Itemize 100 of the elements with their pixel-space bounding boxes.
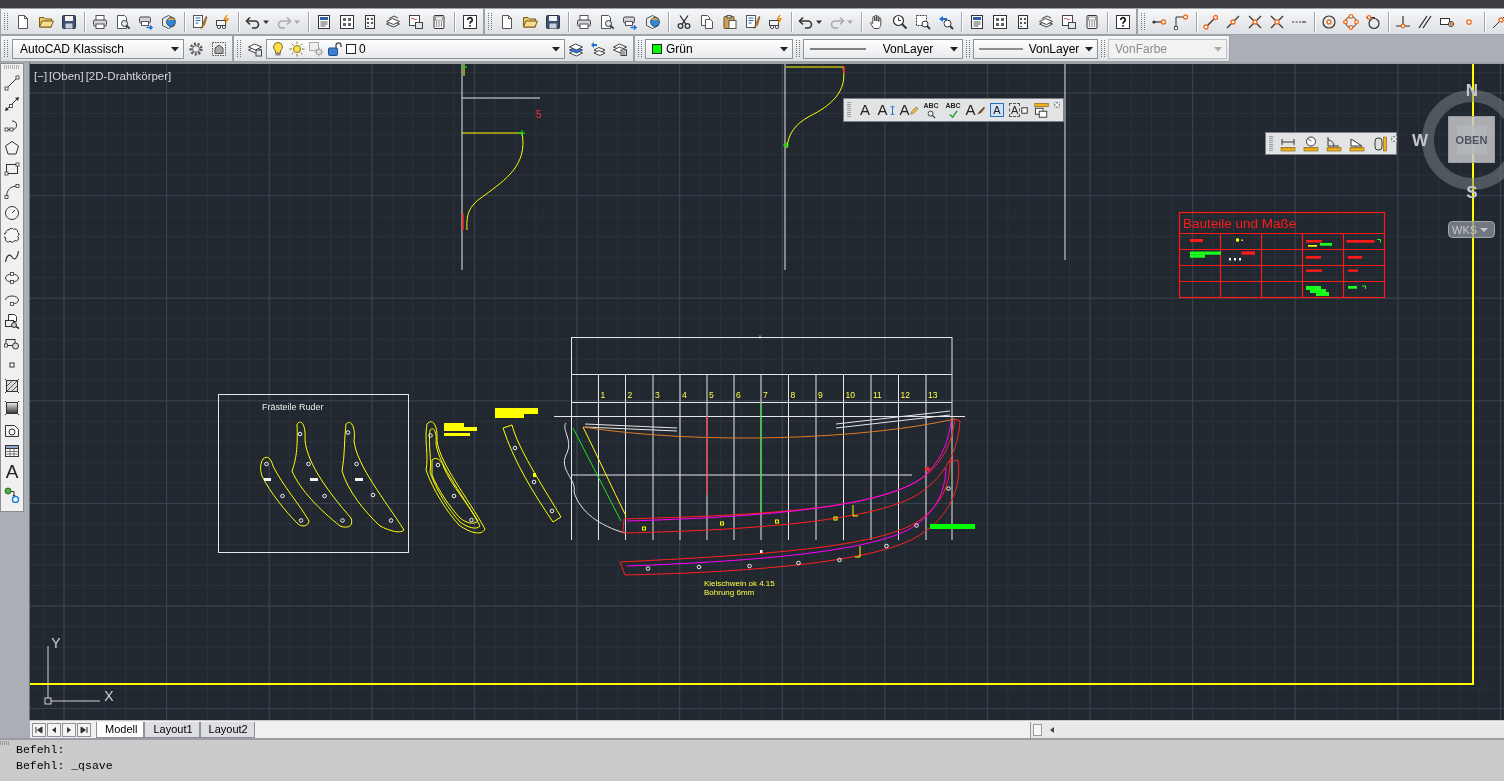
layer-list-icon[interactable]	[612, 40, 628, 57]
viewport-control[interactable]: [2D-Drahtkörper]	[85, 70, 172, 82]
quadrant-snap-icon[interactable]	[1343, 13, 1359, 30]
grip-handle-icon[interactable]	[1140, 11, 1146, 32]
zoom-window-icon[interactable]	[914, 13, 931, 30]
viewcube-face[interactable]: OBEN	[1448, 116, 1495, 163]
measure-radius-icon[interactable]	[1302, 135, 1319, 152]
printer-icon[interactable]	[575, 13, 592, 30]
sheet-stack-icon[interactable]	[384, 13, 401, 30]
grip-handle-icon[interactable]	[795, 38, 801, 59]
perpendicular-snap-icon[interactable]	[1395, 13, 1411, 30]
snap-from-icon[interactable]	[1173, 13, 1189, 30]
help-icon[interactable]	[461, 13, 478, 30]
grip-handle-icon[interactable]	[3, 38, 9, 59]
scale-text-button[interactable]: A	[986, 100, 1008, 120]
sun-icon[interactable]	[289, 40, 305, 57]
paintbrush-icon[interactable]	[191, 13, 208, 30]
pentagon-icon[interactable]	[4, 139, 20, 156]
globe-cube-icon[interactable]	[160, 13, 177, 30]
spline-icon[interactable]	[4, 248, 20, 265]
arc-icon[interactable]	[4, 183, 20, 200]
grip-handle-icon[interactable]	[1100, 38, 1106, 59]
hatch-icon[interactable]	[4, 378, 20, 395]
line-icon[interactable]	[4, 74, 20, 91]
text-style-button[interactable]: A	[964, 100, 986, 120]
polyline-icon[interactable]	[4, 118, 20, 135]
calculator-icon[interactable]	[430, 13, 447, 30]
color-dropdown[interactable]: Grün	[645, 38, 793, 59]
last-tab-icon[interactable]	[77, 722, 91, 737]
intersection-snap-icon[interactable]	[1247, 13, 1263, 30]
justify-text-button[interactable]: A	[1008, 100, 1031, 120]
markup-icon[interactable]	[407, 13, 424, 30]
multiline-text-button[interactable]: A	[854, 100, 876, 120]
printer-icon[interactable]	[91, 13, 108, 30]
clipboard-icon[interactable]	[721, 13, 738, 30]
center-snap-icon[interactable]	[1321, 13, 1337, 30]
measure-area-icon[interactable]	[1348, 135, 1365, 152]
calculator-icon[interactable]	[1083, 13, 1100, 30]
cloud-icon[interactable]	[4, 226, 20, 243]
tangent-snap-icon[interactable]	[1365, 13, 1381, 30]
grip-handle-icon[interactable]	[3, 65, 21, 69]
midpoint-snap-icon[interactable]	[1225, 13, 1241, 30]
next-tab-icon[interactable]	[62, 722, 76, 737]
first-tab-icon[interactable]	[32, 722, 46, 737]
grid-panel-icon[interactable]	[338, 13, 355, 30]
grip-handle-icon[interactable]	[637, 38, 643, 59]
layer-dropdown[interactable]: 0	[266, 38, 565, 59]
gradient-icon[interactable]	[4, 400, 20, 416]
circle-icon[interactable]	[4, 204, 20, 221]
construction-line-icon[interactable]	[4, 96, 20, 113]
insert-block-icon[interactable]	[4, 313, 20, 330]
layout-tab[interactable]: Modell	[96, 721, 145, 738]
properties-panel-icon[interactable]	[315, 13, 332, 30]
ellipse-icon[interactable]	[4, 269, 20, 286]
workspace-dropdown[interactable]: AutoCAD Klassisch	[12, 38, 184, 59]
scissors-icon[interactable]	[675, 13, 692, 30]
previous-tab-icon[interactable]	[47, 722, 61, 737]
gear-icon[interactable]	[187, 40, 204, 57]
markup-icon[interactable]	[1060, 13, 1077, 30]
zoom-clock-icon[interactable]	[891, 13, 908, 30]
zoom-previous-icon[interactable]	[937, 13, 954, 30]
lineweight-dropdown[interactable]: VonLayer	[973, 38, 1098, 59]
grip-handle-icon[interactable]	[0, 741, 10, 745]
viewport-control[interactable]: [Oben]	[49, 70, 84, 82]
globe-cube-icon[interactable]	[644, 13, 661, 30]
plotter-icon[interactable]	[137, 13, 154, 30]
parallel-snap-icon[interactable]	[1417, 13, 1433, 30]
measure-volume-icon[interactable]	[1371, 135, 1388, 152]
block-lightning-icon[interactable]	[767, 13, 784, 30]
grip-handle-icon[interactable]	[965, 38, 971, 59]
properties-panel-icon[interactable]	[968, 13, 985, 30]
grip-handle-icon[interactable]	[847, 102, 851, 118]
linetype-dropdown[interactable]: VonLayer	[803, 38, 963, 59]
scroll-left-arrow-icon[interactable]	[1048, 725, 1056, 734]
close-icon[interactable]	[1391, 136, 1397, 142]
layout-tab[interactable]: Layout2	[199, 721, 255, 738]
rectangle-icon[interactable]	[4, 161, 20, 178]
grip-handle-icon[interactable]	[487, 11, 493, 32]
horizontal-scrollbar[interactable]	[1030, 721, 1504, 738]
grid-panel-icon[interactable]	[991, 13, 1008, 30]
layer-previous-icon[interactable]	[590, 40, 606, 57]
grip-handle-icon[interactable]	[236, 38, 242, 59]
layout-tab[interactable]: Layout1	[144, 721, 200, 738]
layer-stack-icon[interactable]	[247, 40, 263, 57]
copy-icon[interactable]	[698, 13, 715, 30]
print-preview-icon[interactable]	[114, 13, 131, 30]
help-icon[interactable]	[1114, 13, 1131, 30]
add-selected-icon[interactable]	[4, 487, 20, 504]
block-lightning-icon[interactable]	[214, 13, 231, 30]
paintbrush-icon[interactable]	[744, 13, 761, 30]
plotter-icon[interactable]	[621, 13, 638, 30]
workspace-icon[interactable]	[210, 40, 227, 57]
layer-current-icon[interactable]	[568, 40, 584, 57]
sheet-stack-icon[interactable]	[1037, 13, 1054, 30]
measure-angle-icon[interactable]	[1325, 135, 1342, 152]
text-tool[interactable]: A	[5, 462, 19, 482]
compass-letter[interactable]: W	[1412, 131, 1428, 150]
apparent-intersection-icon[interactable]	[1269, 13, 1285, 30]
endpoint-snap-icon[interactable]	[1203, 13, 1219, 30]
padlock-icon[interactable]	[327, 40, 343, 57]
